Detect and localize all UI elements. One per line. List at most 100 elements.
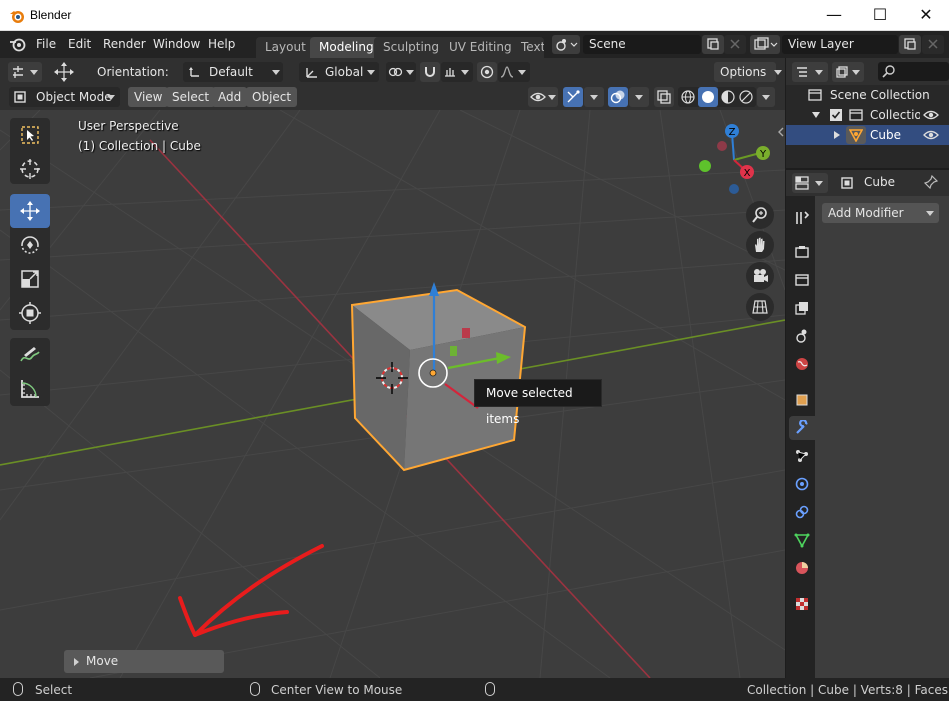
- editor-type-dropdown[interactable]: [792, 62, 828, 82]
- tool-cursor[interactable]: [10, 152, 50, 186]
- disclosure-triangle-icon[interactable]: [811, 110, 821, 120]
- tab-material[interactable]: [789, 556, 815, 580]
- tab-object[interactable]: [789, 388, 815, 412]
- overlays-dropdown[interactable]: [629, 87, 649, 107]
- measure-icon: [21, 380, 39, 398]
- tool-transform[interactable]: [10, 296, 50, 330]
- viewport-menu-select[interactable]: Select: [166, 87, 216, 107]
- minimize-button[interactable]: —: [811, 0, 857, 31]
- ortho-toggle-button[interactable]: [746, 293, 774, 321]
- material-shading-icon[interactable]: [720, 89, 736, 105]
- pin-icon[interactable]: [924, 175, 938, 189]
- blender-menu-icon[interactable]: [9, 37, 27, 52]
- viewport-menu-add[interactable]: Add: [212, 87, 248, 107]
- tab-view-layer[interactable]: [789, 296, 815, 320]
- properties-editor-type-dropdown[interactable]: [792, 173, 828, 193]
- close-button[interactable]: ✕: [903, 0, 949, 31]
- proportional-edit-toggle[interactable]: [477, 62, 497, 82]
- sidebar-toggle[interactable]: [776, 126, 785, 138]
- menu-file[interactable]: File: [36, 37, 56, 51]
- viewport-menu-view[interactable]: View: [128, 87, 169, 107]
- tab-modeling[interactable]: Modeling: [310, 37, 383, 58]
- shading-dropdown[interactable]: [757, 87, 775, 107]
- view-layer-copy-button[interactable]: [899, 35, 921, 54]
- modifier-icon: [796, 420, 808, 434]
- outliner-search-input[interactable]: [878, 62, 949, 81]
- viewport-menu-object[interactable]: Object: [246, 87, 298, 107]
- tool-settings-menu-button[interactable]: [8, 62, 42, 82]
- tab-particles[interactable]: [789, 444, 815, 468]
- menu-render[interactable]: Render: [103, 37, 146, 51]
- tab-modifiers[interactable]: [789, 416, 815, 440]
- scene-collection-icon: [808, 89, 822, 101]
- last-operator-panel[interactable]: Move: [64, 650, 224, 673]
- eye-icon: [530, 92, 546, 102]
- add-modifier-dropdown[interactable]: Add Modifier: [822, 203, 939, 223]
- options-dropdown[interactable]: Options: [714, 62, 783, 82]
- tool-settings-icon: [13, 66, 23, 78]
- transform-orientation-value: Global: [325, 65, 364, 79]
- tab-output[interactable]: [789, 268, 815, 292]
- transform-orientation-dropdown[interactable]: Global: [299, 62, 379, 82]
- camera-view-button[interactable]: [746, 262, 774, 290]
- tab-scene[interactable]: [789, 324, 815, 348]
- visibility-dropdown[interactable]: [528, 87, 558, 107]
- navigation-gizmo[interactable]: Z Y X: [694, 120, 774, 204]
- tab-tool[interactable]: [789, 206, 815, 230]
- view-layer-browse-button[interactable]: [750, 35, 780, 54]
- zoom-button[interactable]: [746, 201, 774, 229]
- view-layer-name-field[interactable]: View Layer: [782, 35, 898, 54]
- tab-texture[interactable]: [789, 592, 815, 616]
- pivot-point-dropdown[interactable]: [386, 62, 416, 82]
- scene-name-field[interactable]: Scene: [583, 35, 701, 54]
- tab-uv-editing[interactable]: UV Editing: [440, 37, 521, 58]
- xray-toggle[interactable]: [654, 87, 674, 107]
- menu-help[interactable]: Help: [208, 37, 235, 51]
- gizmo-dropdown[interactable]: [584, 87, 604, 107]
- mode-dropdown[interactable]: Object Mode: [9, 87, 120, 107]
- rendered-shading-icon[interactable]: [738, 89, 754, 105]
- disclosure-triangle-icon[interactable]: [832, 130, 842, 140]
- tab-render[interactable]: [789, 240, 815, 264]
- tool-select-box[interactable]: [10, 118, 50, 152]
- maximize-button[interactable]: ☐: [857, 0, 903, 31]
- outliner-row-collection[interactable]: Collection: [786, 105, 949, 125]
- tab-data[interactable]: [789, 528, 815, 552]
- scene-copy-button[interactable]: [702, 35, 724, 54]
- wireframe-shading-icon[interactable]: [680, 89, 696, 105]
- outliner-row-scene-collection[interactable]: Scene Collection: [786, 85, 949, 105]
- tab-sculpting[interactable]: Sculpting: [374, 37, 449, 58]
- tab-constraints[interactable]: [789, 500, 815, 524]
- overlays-toggle[interactable]: [608, 87, 628, 107]
- tab-layout[interactable]: Layout: [256, 37, 315, 58]
- tool-annotate[interactable]: [10, 338, 50, 372]
- tab-world[interactable]: [789, 352, 815, 376]
- 3d-viewport[interactable]: User Perspective (1) Collection | Cube Z…: [0, 110, 785, 678]
- scene-browse-button[interactable]: [552, 35, 580, 54]
- constraints-icon: [795, 505, 809, 519]
- proportional-falloff-dropdown[interactable]: [498, 62, 530, 82]
- tab-physics[interactable]: [789, 472, 815, 496]
- eye-icon[interactable]: [923, 109, 939, 121]
- orientation-dropdown[interactable]: Default: [183, 62, 283, 82]
- checkbox-icon[interactable]: [830, 109, 842, 121]
- tool-scale[interactable]: [10, 262, 50, 296]
- tool-rotate[interactable]: [10, 228, 50, 262]
- display-mode-dropdown[interactable]: [832, 62, 864, 82]
- view-layer-delete-button[interactable]: [922, 35, 944, 54]
- snap-target-dropdown[interactable]: [441, 62, 473, 82]
- pan-button[interactable]: [746, 231, 774, 259]
- outliner-row-cube[interactable]: Cube: [786, 125, 949, 145]
- scene-delete-button[interactable]: [724, 35, 746, 54]
- tool-measure[interactable]: [10, 372, 50, 406]
- viewport-perspective-label: User Perspective: [78, 119, 179, 133]
- menu-window[interactable]: Window: [153, 37, 200, 51]
- tab-text[interactable]: Text: [512, 37, 544, 58]
- solid-shading-button[interactable]: [698, 87, 718, 107]
- eye-icon[interactable]: [923, 129, 939, 141]
- menu-edit[interactable]: Edit: [68, 37, 91, 51]
- snap-toggle[interactable]: [420, 62, 440, 82]
- tool-move[interactable]: [10, 194, 50, 228]
- gizmo-toggle[interactable]: [563, 87, 583, 107]
- render-icon: [795, 246, 809, 258]
